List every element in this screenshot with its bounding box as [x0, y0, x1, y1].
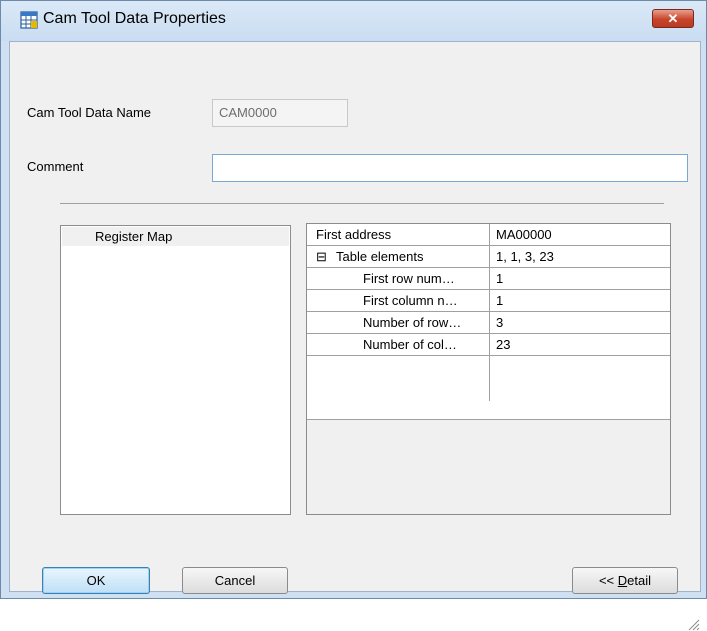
property-name: First column n… [307, 290, 490, 311]
property-row[interactable]: Number of col… 23 [307, 334, 670, 356]
property-name: Table elements [336, 249, 424, 264]
comment-field[interactable] [212, 154, 688, 182]
property-row[interactable]: First address MA00000 [307, 224, 670, 246]
property-name: First address [307, 224, 490, 245]
property-row[interactable]: First column n… 1 [307, 290, 670, 312]
property-grid-rows: First address MA00000 ⊟ Table elements 1,… [307, 224, 670, 419]
property-name: Number of row… [307, 312, 490, 333]
close-button[interactable]: ✕ [652, 9, 694, 28]
property-row[interactable]: First row num… 1 [307, 268, 670, 290]
property-grid[interactable]: First address MA00000 ⊟ Table elements 1,… [306, 223, 671, 515]
description-divider[interactable] [307, 419, 670, 420]
separator-line [60, 203, 664, 204]
dialog-client-area: Cam Tool Data Name CAM0000 Comment Regis… [9, 41, 701, 631]
property-value[interactable]: MA00000 [496, 224, 552, 245]
register-map-list[interactable]: Register Map [60, 225, 291, 515]
detail-label: etail [627, 573, 652, 588]
minus-box-icon[interactable]: ⊟ [316, 246, 332, 267]
detail-prefix: << [598, 573, 618, 588]
property-value[interactable]: 23 [496, 334, 510, 355]
property-name: First row num… [307, 268, 490, 289]
list-item-register-map[interactable]: Register Map [62, 227, 289, 246]
property-row[interactable]: ⊟ Table elements 1, 1, 3, 23 [307, 246, 670, 268]
property-row[interactable]: Number of row… 3 [307, 312, 670, 334]
resize-grip-icon[interactable] [686, 617, 700, 631]
close-icon: ✕ [667, 11, 679, 26]
detail-toggle-button[interactable]: << Detail [572, 567, 678, 594]
detail-mnemonic: D [617, 573, 628, 588]
dialog-window: Cam Tool Data Properties ✕ Cam Tool Data… [0, 0, 707, 631]
window-title: Cam Tool Data Properties [43, 10, 226, 27]
property-name-cell: ⊟ Table elements [307, 246, 490, 267]
cancel-button[interactable]: Cancel [182, 567, 288, 594]
property-name: Number of col… [307, 334, 490, 355]
cam-tool-data-name-field: CAM0000 [212, 99, 348, 127]
cam-tool-data-name-label: Cam Tool Data Name [27, 105, 152, 120]
property-value[interactable]: 1 [496, 268, 503, 289]
property-value[interactable]: 1, 1, 3, 23 [496, 246, 554, 267]
property-value[interactable]: 3 [496, 312, 503, 333]
comment-label: Comment [27, 159, 84, 174]
column-separator [489, 356, 490, 401]
title-bar[interactable]: Cam Tool Data Properties ✕ [1, 1, 706, 41]
register-map-label: Register Map [95, 229, 173, 244]
ok-button[interactable]: OK [42, 567, 150, 594]
grid-table-icon [20, 11, 38, 29]
property-value[interactable]: 1 [496, 290, 503, 311]
empty-grid-area [307, 356, 670, 419]
